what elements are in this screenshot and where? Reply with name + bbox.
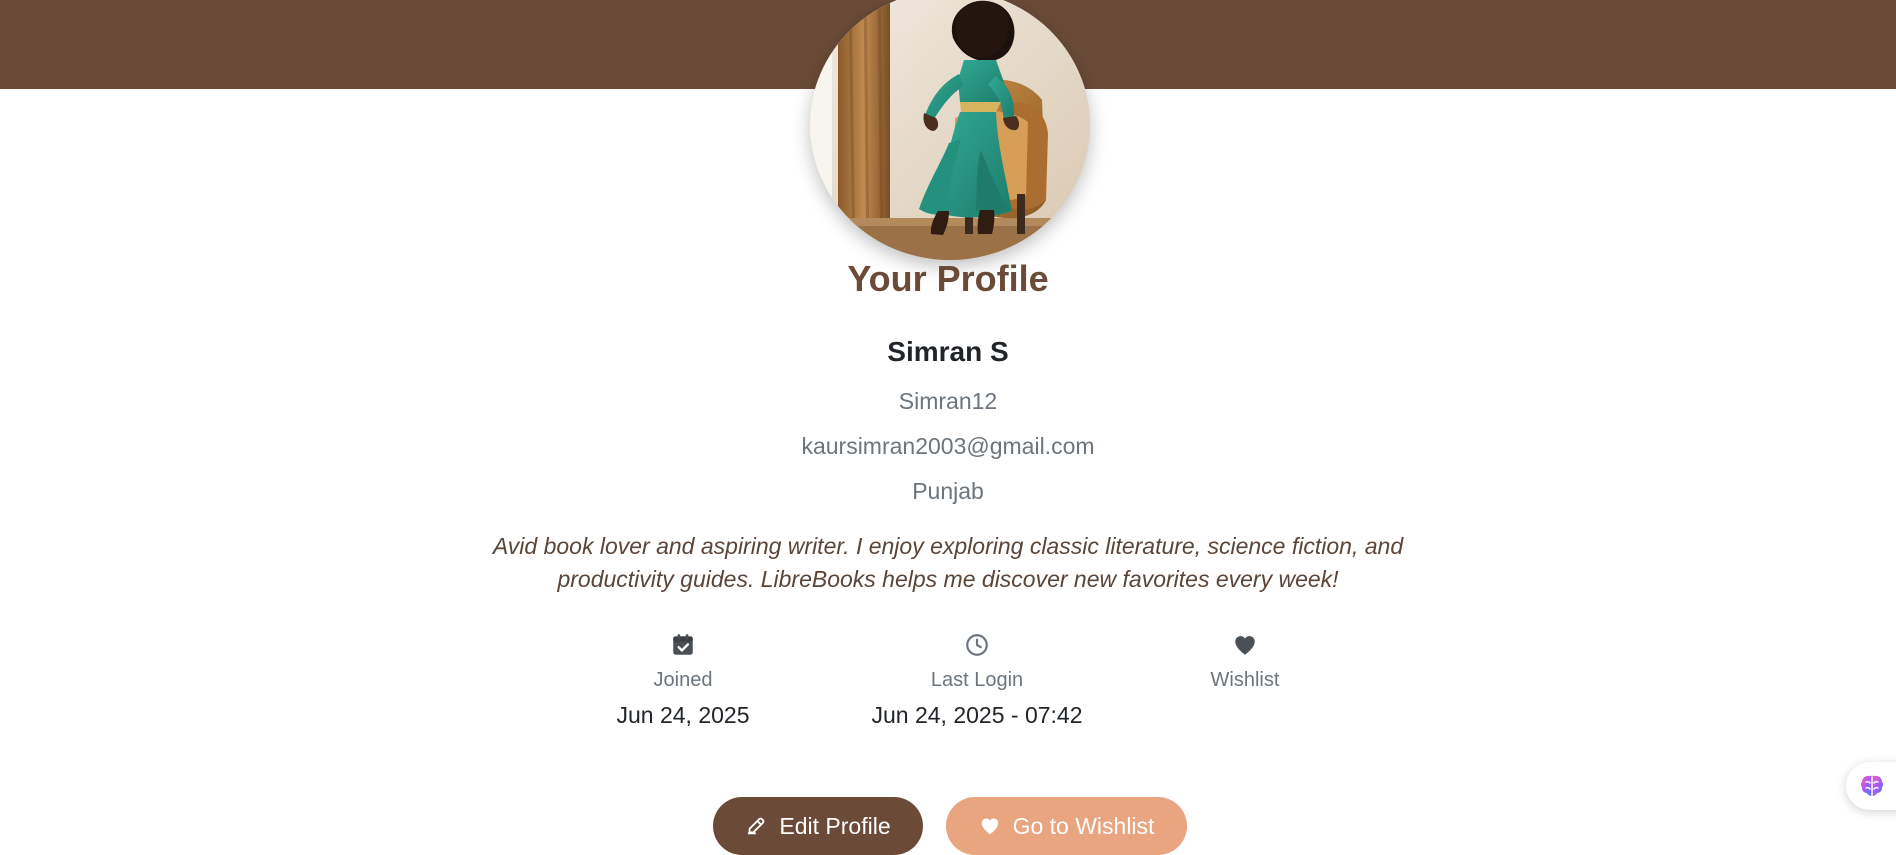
profile-username: Simran12 — [898, 388, 998, 414]
edit-profile-button[interactable]: Edit Profile — [713, 797, 923, 855]
stat-joined-value: Jun 24, 2025 — [616, 702, 750, 728]
brain-icon — [1860, 775, 1884, 797]
page-title: Your Profile — [847, 258, 1049, 299]
heart-icon — [981, 818, 998, 835]
profile-full-name: Simran S — [887, 336, 1009, 367]
stat-wishlist: Wishlist — [1125, 632, 1365, 701]
edit-profile-label: Edit Profile — [779, 812, 891, 839]
go-to-wishlist-label: Go to Wishlist — [1012, 812, 1155, 839]
edit-icon — [748, 817, 765, 835]
stat-last-login: Last Login Jun 24, 2025 - 07:42 — [857, 632, 1097, 729]
calendar-check-icon — [673, 634, 693, 655]
profile-email: kaursimran2003@gmail.com — [801, 433, 1095, 459]
heart-icon — [1235, 636, 1255, 655]
assistant-floating-button[interactable] — [1846, 762, 1896, 810]
go-to-wishlist-button[interactable]: Go to Wishlist — [946, 797, 1187, 855]
profile-avatar — [810, 0, 1090, 260]
stat-joined: Joined Jun 24, 2025 — [563, 632, 803, 729]
stat-joined-label: Joined — [653, 669, 713, 691]
stat-last-login-value: Jun 24, 2025 - 07:42 — [871, 702, 1083, 728]
clock-icon — [966, 634, 988, 656]
profile-stats: Joined Jun 24, 2025 Last Login Jun 24, 2… — [0, 632, 1896, 732]
profile-location: Punjab — [912, 478, 984, 504]
stat-last-login-label: Last Login — [930, 669, 1024, 691]
stat-wishlist-label: Wishlist — [1210, 669, 1280, 691]
profile-bio: Avid book lover and aspiring writer. I e… — [492, 533, 1404, 592]
